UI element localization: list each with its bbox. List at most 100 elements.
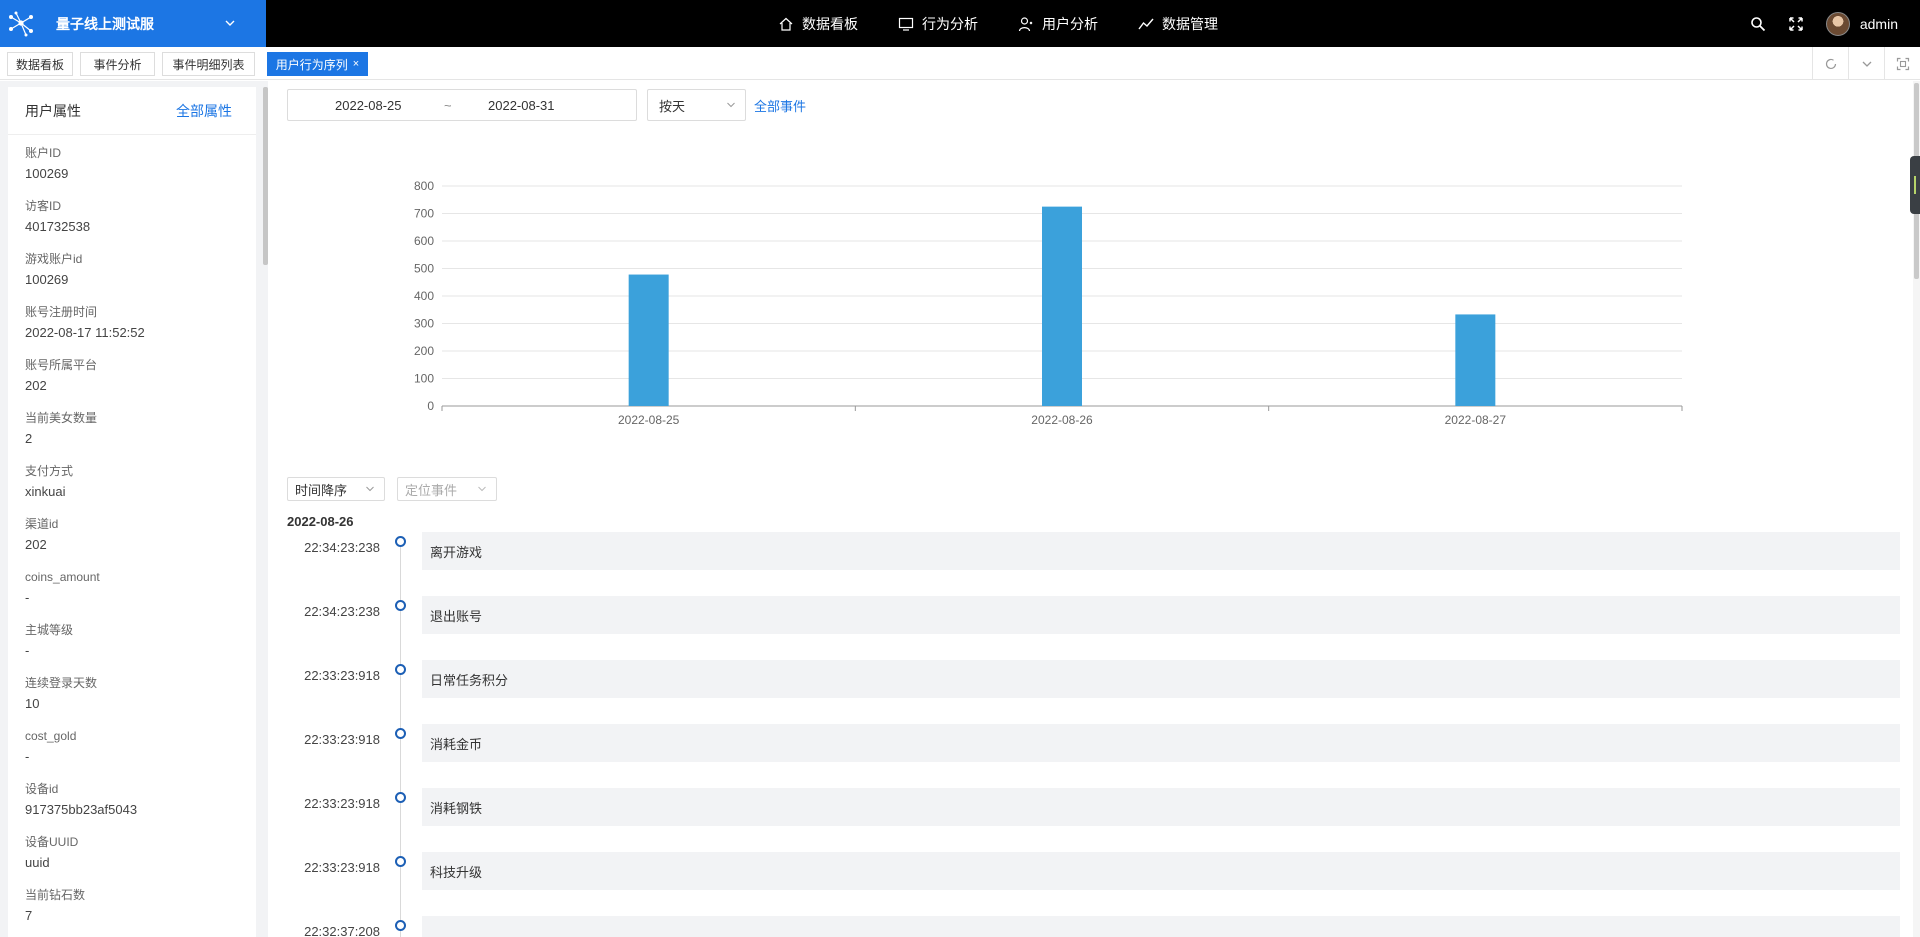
chevron-down-icon <box>366 486 374 492</box>
attribute-item: 访客ID 401732538 <box>8 188 256 241</box>
attribute-value: 917375bb23af5043 <box>25 802 138 817</box>
granularity-select[interactable]: 按天 <box>647 89 746 121</box>
event-name: 科技升级 <box>430 864 483 880</box>
bar <box>1455 314 1496 406</box>
page-tabs: 数据看板 事件分析 事件明细列表 用户行为序列 × <box>0 47 1920 80</box>
all-events-link[interactable]: 全部事件 <box>754 96 806 115</box>
event-time: 22:33:23:918 <box>304 860 380 875</box>
attribute-item: 支付方式 xinkuai <box>8 453 256 506</box>
attribute-value: 202 <box>25 537 47 552</box>
tab-menu-button[interactable] <box>1848 47 1884 80</box>
panel-header: 用户属性 全部属性 <box>8 87 256 135</box>
attribute-value: 10 <box>25 696 40 711</box>
sequence-day-heading: 2022-08-26 <box>287 514 354 529</box>
chevron-down-icon <box>727 102 735 108</box>
event-row[interactable] <box>422 916 1900 937</box>
attribute-label: coins_amount <box>25 570 100 584</box>
avatar[interactable] <box>1825 11 1850 36</box>
attribute-item: 渠道id 202 <box>8 506 256 559</box>
attribute-item: cost_gold - <box>8 718 256 771</box>
header-tools: admin <box>1750 0 1920 47</box>
tab-event-analysis[interactable]: 事件分析 <box>80 52 155 76</box>
tab-label: 数据看板 <box>15 57 64 72</box>
tab-dashboard[interactable]: 数据看板 <box>7 52 73 76</box>
nav-label: 用户分析 <box>1042 15 1098 32</box>
attribute-label: 设备UUID <box>25 835 79 849</box>
chevron-down-icon <box>478 486 486 492</box>
x-tick-label: 2022-08-27 <box>1445 413 1507 426</box>
attribute-value: xinkuai <box>25 484 66 499</box>
maximize-button[interactable] <box>1884 47 1920 80</box>
attribute-item: 当前钻石数 7 <box>8 877 256 930</box>
search-icon[interactable] <box>1750 16 1766 32</box>
event-row[interactable]: 日常任务积分 <box>422 660 1900 698</box>
attribute-value: - <box>25 590 30 605</box>
chevron-down-icon[interactable] <box>224 17 236 29</box>
project-switcher[interactable]: 量子线上测试服 <box>0 0 266 47</box>
event-row[interactable]: 消耗金币 <box>422 724 1900 762</box>
nav-data-management[interactable]: 数据管理 <box>1138 14 1218 34</box>
timeline-dot <box>395 728 406 739</box>
attribute-item: 当前美女数量 2 <box>8 400 256 453</box>
refresh-icon <box>1825 58 1836 69</box>
attribute-item: 账户ID 100269 <box>8 135 256 188</box>
home-icon <box>779 17 793 31</box>
timeline-dot <box>395 792 406 803</box>
date-range-picker[interactable]: 2022-08-25 ~ 2022-08-31 <box>287 89 637 121</box>
left-panel-container: 用户属性 全部属性 账户ID 100269 访客ID 401732538 游戏账户id 1… <box>0 81 268 937</box>
handle-grip-icon <box>1914 176 1916 194</box>
tab-event-detail-list[interactable]: 事件明细列表 <box>162 52 255 76</box>
nav-behavior-analysis[interactable]: 行为分析 <box>898 14 978 34</box>
top-header: 量子线上测试服 数据看板 行为分析 用户分析 数据管理 admin <box>0 0 1920 47</box>
event-count-bar-chart: 0 100 200 300 400 500 600 700 800 2022-08-25 2022-… <box>414 179 1683 426</box>
y-tick-label: 600 <box>414 234 434 248</box>
event-time: 22:32:37:208 <box>304 924 380 937</box>
attribute-label: 当前美女数量 <box>25 411 98 425</box>
tab-close-button[interactable]: × <box>353 58 359 70</box>
y-tick-label: 500 <box>414 262 434 276</box>
attribute-label: 访客ID <box>25 199 62 213</box>
sort-order-select[interactable]: 时间降序 <box>287 477 385 501</box>
nav-label: 数据管理 <box>1162 15 1218 32</box>
sort-order-value: 时间降序 <box>295 482 348 498</box>
y-tick-label: 400 <box>414 289 434 303</box>
all-attributes-link[interactable]: 全部属性 <box>176 101 232 121</box>
event-row[interactable]: 消耗钢铁 <box>422 788 1900 826</box>
nav-label: 数据看板 <box>802 15 858 32</box>
y-tick-label: 800 <box>414 179 434 193</box>
locate-event-select[interactable]: 定位事件 <box>397 477 497 501</box>
fullscreen-icon[interactable] <box>1788 16 1804 32</box>
refresh-button[interactable] <box>1812 47 1848 80</box>
attribute-label: cost_gold <box>25 729 77 743</box>
attribute-label: 连续登录天数 <box>25 676 98 690</box>
attribute-value: 401732538 <box>25 219 91 234</box>
attribute-label: 游戏账户id <box>25 252 83 266</box>
tab-tools <box>1812 47 1920 80</box>
y-tick-label: 0 <box>427 399 434 413</box>
event-row[interactable]: 科技升级 <box>422 852 1900 890</box>
nav-user-analysis[interactable]: 用户分析 <box>1018 14 1098 34</box>
tab-label: 事件明细列表 <box>172 57 245 72</box>
event-time: 22:34:23:238 <box>304 604 380 619</box>
attribute-value: 2 <box>25 431 33 446</box>
end-date: 2022-08-31 <box>488 97 555 113</box>
attribute-label: 支付方式 <box>25 464 74 478</box>
event-row[interactable]: 退出账号 <box>422 596 1900 634</box>
attribute-value: uuid <box>25 855 50 870</box>
network-logo-icon <box>9 11 33 36</box>
monitor-icon <box>898 17 914 31</box>
event-row[interactable]: 离开游戏 <box>422 532 1900 570</box>
start-date: 2022-08-25 <box>335 97 402 113</box>
timeline-dot <box>395 600 406 611</box>
nav-dashboard[interactable]: 数据看板 <box>778 14 858 34</box>
tab-label: 用户行为序列 <box>275 57 348 72</box>
side-drawer-handle[interactable] <box>1910 156 1920 214</box>
attribute-label: 主城等级 <box>25 623 74 637</box>
date-separator: ~ <box>444 97 452 113</box>
attribute-list: 账户ID 100269 访客ID 401732538 游戏账户id 100269 账号注册时… <box>8 135 256 930</box>
username[interactable]: admin <box>1860 16 1898 32</box>
attribute-value: 7 <box>25 908 33 923</box>
attribute-item: coins_amount - <box>8 559 256 612</box>
user-attributes-panel: 用户属性 全部属性 账户ID 100269 访客ID 401732538 游戏账户id 1… <box>8 87 256 937</box>
tab-user-behavior-sequence[interactable]: 用户行为序列 × <box>267 52 368 76</box>
